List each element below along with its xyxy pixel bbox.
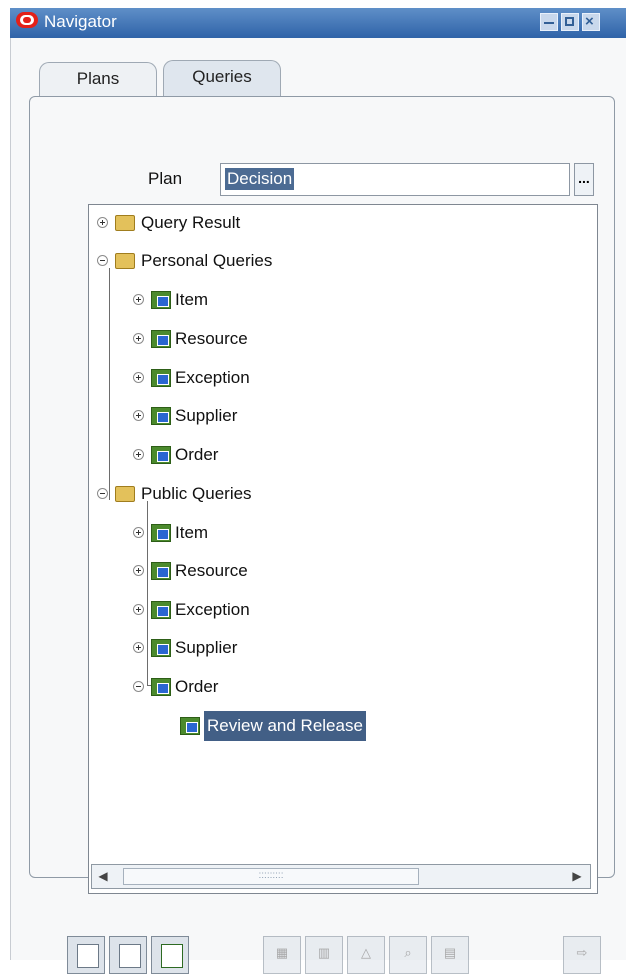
query-icon xyxy=(151,562,171,580)
table-icon[interactable]: ▦ xyxy=(263,936,301,974)
folder-icon xyxy=(115,486,135,502)
expand-icon[interactable] xyxy=(133,604,144,615)
expand-icon[interactable] xyxy=(97,217,108,228)
scroll-right-icon[interactable]: ▶ xyxy=(570,869,584,883)
query-icon xyxy=(151,369,171,387)
query-tree[interactable]: Query Result Personal Queries Item Resou… xyxy=(88,204,598,894)
plan-field-value: Decision xyxy=(225,168,295,190)
query-icon xyxy=(151,601,171,619)
plan-label: Plan xyxy=(148,169,183,188)
expand-icon[interactable] xyxy=(133,333,144,344)
expand-icon[interactable] xyxy=(133,565,144,576)
query-icon xyxy=(180,717,200,735)
new-document-icon[interactable] xyxy=(67,936,105,974)
query-icon xyxy=(151,291,171,309)
plan-lov-button[interactable]: ... xyxy=(574,163,594,196)
window-title: Navigator xyxy=(44,12,117,31)
query-icon xyxy=(151,330,171,348)
expand-icon[interactable] xyxy=(133,410,144,421)
find-icon[interactable]: ⌕ xyxy=(389,936,427,974)
expand-icon[interactable] xyxy=(133,294,144,305)
tab-queries[interactable]: Queries xyxy=(163,60,281,98)
form-icon[interactable]: ▤ xyxy=(431,936,469,974)
scroll-left-icon[interactable]: ◀ xyxy=(96,869,110,883)
query-icon xyxy=(151,446,171,464)
open-document-icon[interactable] xyxy=(109,936,147,974)
query-icon xyxy=(151,407,171,425)
oracle-logo-icon xyxy=(16,12,38,28)
folder-icon xyxy=(115,215,135,231)
expand-icon[interactable] xyxy=(133,372,144,383)
collapse-icon[interactable] xyxy=(97,488,108,499)
query-icon xyxy=(151,639,171,657)
tab-plans[interactable]: Plans xyxy=(39,62,157,96)
folder-icon xyxy=(115,253,135,269)
plan-field[interactable]: Decision xyxy=(220,163,570,196)
window-titlebar: Navigator × xyxy=(10,8,626,38)
expand-icon[interactable] xyxy=(133,642,144,653)
maximize-button[interactable] xyxy=(561,13,579,31)
close-button[interactable]: × xyxy=(582,13,600,31)
expand-icon[interactable] xyxy=(133,449,144,460)
exception-icon[interactable]: △ xyxy=(347,936,385,974)
expand-icon[interactable] xyxy=(133,527,144,538)
navigator-window: Plans Queries Plan Decision ... Query Re… xyxy=(10,38,626,974)
query-icon xyxy=(151,678,171,696)
collapse-icon[interactable] xyxy=(133,681,144,692)
minimize-button[interactable] xyxy=(540,13,558,31)
chart-icon[interactable]: ▥ xyxy=(305,936,343,974)
scroll-thumb[interactable]: ::::::::: xyxy=(123,868,419,885)
export-icon[interactable]: ⇨ xyxy=(563,936,601,974)
query-icon xyxy=(151,524,171,542)
collapse-icon[interactable] xyxy=(97,255,108,266)
horizontal-scrollbar[interactable]: ◀ ::::::::: ▶ xyxy=(91,864,591,889)
run-query-icon[interactable] xyxy=(151,936,189,974)
